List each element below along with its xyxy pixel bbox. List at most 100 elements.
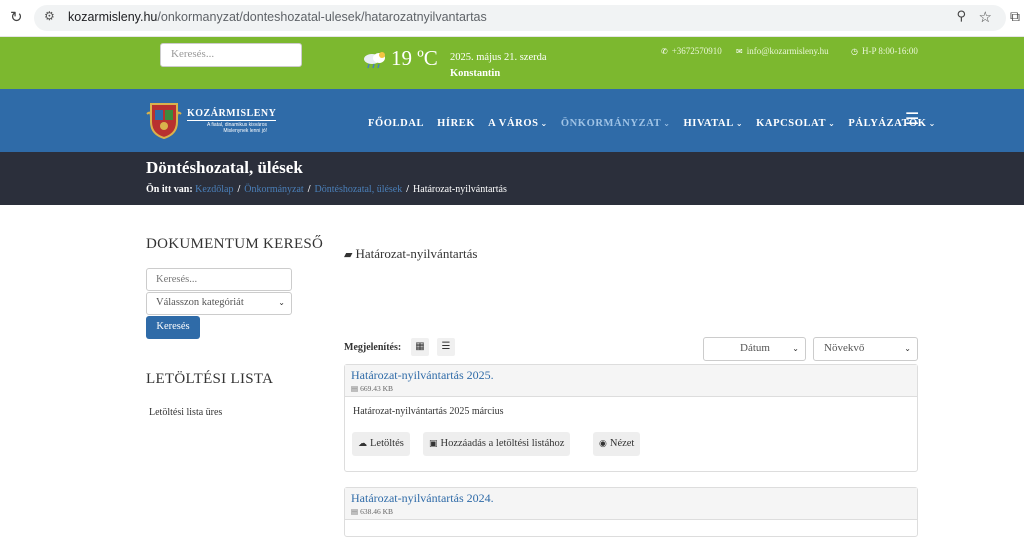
site-logo[interactable]: KOZÁRMISLENY A fiatal, dinamikus kisváro…	[145, 100, 277, 140]
cloud-download-icon: ☁	[358, 439, 367, 449]
breadcrumb-separator: /	[237, 184, 241, 195]
coat-of-arms-icon	[146, 103, 182, 140]
sort-field-value: Dátum	[740, 342, 770, 354]
doc-search-heading: DOKUMENTUM KERESŐ	[146, 236, 324, 252]
phone-contact[interactable]: ✆ +3672570910	[661, 46, 722, 56]
chevron-down-icon: ⌄	[540, 119, 548, 128]
view-label: Megjelenítés:	[344, 342, 402, 353]
folder-title-text: Határozat-nyilvántartás	[355, 246, 478, 261]
breadcrumb-separator: /	[307, 184, 311, 195]
breadcrumb-label: Ön itt van:	[146, 184, 193, 195]
document-description: Határozat-nyilvántartás 2025 március	[353, 406, 504, 417]
nav-item-label: KAPCSOLAT	[756, 118, 827, 129]
top-info-bar: Keresés... 19 ºC 2025. május 21. szerda …	[0, 37, 1024, 89]
eye-icon: ◉	[599, 439, 607, 449]
add-to-download-list-button[interactable]: ▣ Hozzáadás a letöltési listához	[423, 432, 571, 456]
url-text[interactable]: kozarmisleny.hu/onkormanyzat/donteshozat…	[68, 10, 487, 24]
clock-icon: ◷	[851, 47, 858, 56]
doc-search-button[interactable]: Keresés	[146, 316, 200, 339]
list-view-icon[interactable]: ☰	[437, 338, 455, 356]
chevron-down-icon: ⌄	[663, 119, 671, 128]
chevron-down-icon: ⌄	[278, 298, 285, 307]
doc-search-input[interactable]: Keresés...	[146, 268, 292, 291]
nav-item-4[interactable]: HIVATAL ⌄	[684, 118, 744, 129]
document-size: ▤ 669.43 KB	[351, 384, 393, 393]
nav-item-5[interactable]: KAPCSOLAT ⌄	[756, 118, 835, 129]
document-size: ▤ 638.46 KB	[351, 507, 393, 516]
download-list-empty: Letöltési lista üres	[149, 407, 223, 418]
nav-item-label: FŐOLDAL	[368, 118, 425, 129]
page-title: Döntéshozatal, ülések	[146, 158, 303, 177]
download-button-label: Letöltés	[370, 438, 404, 449]
main-navbar: KOZÁRMISLENY A fiatal, dinamikus kisváro…	[0, 89, 1024, 152]
nav-item-6[interactable]: PÁLYÁZATOK ⌄	[848, 118, 935, 129]
breadcrumb: Ön itt van: Kezdőlap / Önkormányzat / Döntés…	[146, 184, 507, 195]
nav-item-1[interactable]: HÍREK	[437, 118, 475, 129]
page-header: Döntéshozatal, ülések Ön itt van: Kezdől…	[0, 152, 1024, 205]
logo-name: KOZÁRMISLENY	[187, 108, 277, 121]
folder-title: ▰ Határozat-nyilvántartás	[344, 246, 477, 262]
add-to-list-label: Hozzáadás a letöltési listához	[440, 438, 565, 449]
address-bar[interactable]: ⚙ kozarmisleny.hu/onkormanyzat/donteshoz…	[34, 5, 1006, 31]
site-info-icon[interactable]: ⚙	[44, 9, 62, 27]
sort-field-select[interactable]: Dátum ⌄	[703, 337, 806, 361]
url-host: kozarmisleny.hu	[68, 10, 158, 24]
database-icon: ▤	[351, 507, 359, 516]
view-button[interactable]: ◉ Nézet	[593, 432, 641, 456]
opening-hours: ◷ H-P 8:00-16:00	[851, 46, 918, 56]
download-button[interactable]: ☁ Letöltés	[352, 432, 410, 456]
nav-item-0[interactable]: FŐOLDAL	[368, 118, 424, 129]
envelope-icon: ✉	[736, 47, 743, 56]
phone-number: +3672570910	[671, 46, 722, 56]
chevron-down-icon: ⌄	[928, 119, 936, 128]
download-list-heading: LETÖLTÉSI LISTA	[146, 371, 274, 387]
email-contact[interactable]: ✉ info@kozarmisleny.hu	[736, 46, 829, 56]
temperature: 19 ºC	[391, 46, 438, 70]
bookmark-star-icon[interactable]: ☆	[979, 8, 992, 26]
folder-open-icon: ▰	[344, 248, 353, 261]
chevron-down-icon: ⌄	[904, 344, 911, 353]
nav-item-3[interactable]: ÖNKORMÁNYZAT ⌄	[561, 118, 671, 129]
category-select-value: Válasszon kategóriát	[156, 297, 244, 308]
nav-item-label: A VÁROS	[488, 118, 539, 129]
document-header: Határozat-nyilvántartás 2024. ▤ 638.46 KB	[345, 488, 917, 520]
breadcrumb-onkormanyzat[interactable]: Önkormányzat	[244, 184, 303, 195]
database-icon: ▤	[351, 384, 359, 393]
chevron-down-icon: ⌄	[828, 119, 836, 128]
document-header: Határozat-nyilvántartás 2025. ▤ 669.43 KB	[345, 365, 917, 397]
nameday: Konstantin	[450, 68, 501, 79]
rain-cloud-icon	[364, 52, 385, 69]
sort-order-select[interactable]: Növekvő ⌄	[813, 337, 918, 361]
breadcrumb-home[interactable]: Kezdőlap	[195, 184, 233, 195]
hamburger-menu-icon[interactable]: ☰	[905, 109, 919, 128]
sort-order-value: Növekvő	[824, 342, 865, 354]
view-button-label: Nézet	[609, 438, 635, 449]
breadcrumb-current: Határozat-nyilvántartás	[413, 184, 507, 195]
extensions-icon[interactable]: ⧉	[1010, 9, 1020, 25]
phone-icon: ✆	[661, 47, 668, 56]
top-search-input[interactable]: Keresés...	[160, 43, 302, 67]
archive-icon: ▣	[429, 439, 438, 449]
document-title-link[interactable]: Határozat-nyilvántartás 2025.	[351, 368, 494, 383]
logo-tagline: A fiatal, dinamikus kisváros Mislenynek …	[206, 122, 267, 134]
chevron-down-icon: ⌄	[792, 344, 799, 353]
nav-item-label: HÍREK	[437, 118, 476, 129]
document-title-link[interactable]: Határozat-nyilvántartás 2024.	[351, 491, 494, 506]
document-card: Határozat-nyilvántartás 2025. ▤ 669.43 KB…	[344, 364, 918, 472]
nav-item-2[interactable]: A VÁROS ⌄	[488, 118, 548, 129]
nav-menu: FŐOLDAL HÍREK A VÁROS ⌄ ÖNKORMÁNYZAT ⌄ HIVATAL…	[368, 113, 949, 131]
breadcrumb-donteshozatal[interactable]: Döntéshozatal, ülések	[315, 184, 403, 195]
zoom-icon[interactable]: ⚲	[956, 9, 966, 24]
document-size-text: 669.43 KB	[360, 384, 394, 393]
current-date: 2025. május 21. szerda	[450, 52, 547, 63]
document-size-text: 638.46 KB	[360, 507, 394, 516]
category-select[interactable]: Válasszon kategóriát ⌄	[146, 292, 292, 315]
grid-view-icon[interactable]: ▦	[411, 338, 429, 356]
chevron-down-icon: ⌄	[735, 119, 744, 128]
reload-icon[interactable]: ↻	[10, 8, 26, 26]
hours-text: H-P 8:00-16:00	[861, 46, 918, 56]
breadcrumb-separator: /	[406, 184, 410, 195]
nav-item-label: ÖNKORMÁNYZAT	[560, 118, 662, 129]
browser-toolbar: ↻ ⚙ kozarmisleny.hu/onkormanyzat/dontesh…	[0, 0, 1024, 37]
url-path: /onkormanyzat/donteshozatal-ulesek/hatar…	[157, 10, 487, 24]
